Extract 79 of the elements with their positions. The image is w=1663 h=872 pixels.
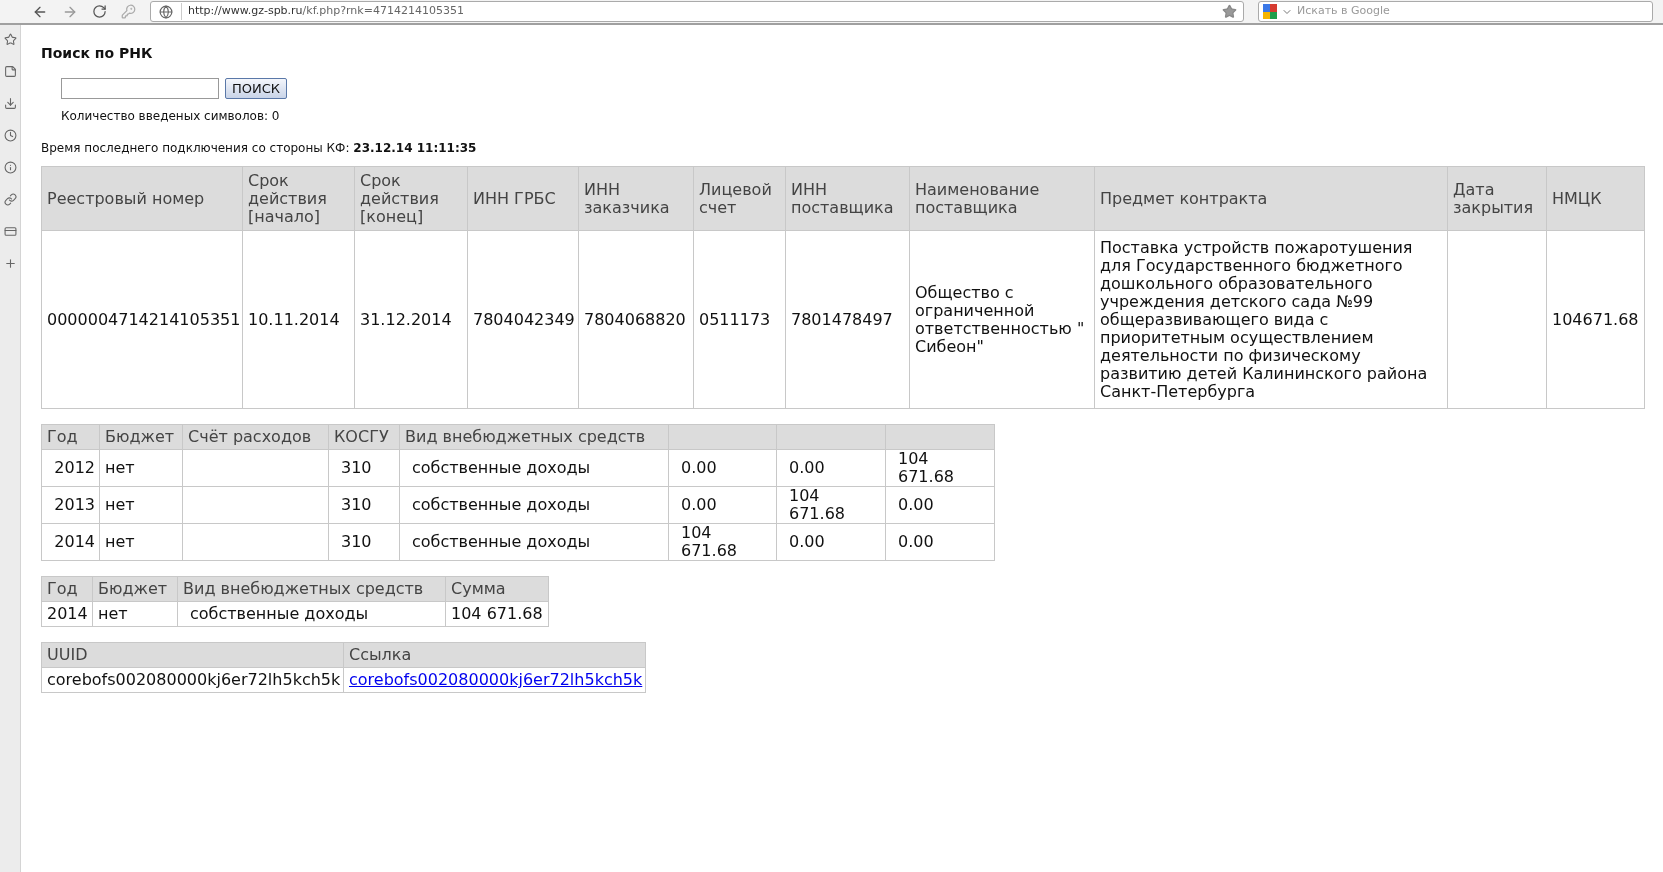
table-cell-text: 0000004714214105351 xyxy=(47,309,241,329)
rnk-input[interactable] xyxy=(61,78,219,99)
column-header: Год xyxy=(41,424,100,450)
table-cell-text: нет xyxy=(105,458,135,477)
column-header: UUID xyxy=(41,642,344,668)
table-cell-text: собственные доходы xyxy=(412,532,591,551)
page-title: Поиск по РНК xyxy=(41,44,154,63)
table-cell-text: нет xyxy=(105,495,135,514)
column-header: ИНН поставщика xyxy=(785,166,910,231)
link-icon[interactable] xyxy=(3,193,17,206)
table-cell-text: 31.12.2014 xyxy=(360,309,452,329)
last-connection-text: Время последнего подключения со стороны КФ: 23.12.14 11:11:35 xyxy=(41,140,478,157)
table-cell-text: Поставка устройств пожаротушения для Государственного бюджетного дошкольного образовательного учреждения детского сада №99 общеразвивающего вида с приоритетным осуществлением деятельности по физическому развитию детей Калининского района Санкт-Петербурга xyxy=(1100,237,1428,401)
column-header: Дата закрытия xyxy=(1447,166,1547,231)
search-field[interactable]: Искать в Google xyxy=(1258,1,1653,22)
table-cell-text: 104 671.68 xyxy=(451,604,543,623)
table-cell-text: 7804068820 xyxy=(584,309,686,329)
table-cell-text: corebofs002080000kj6er72lh5kch5k xyxy=(47,670,341,689)
column-header: ИНН заказчика xyxy=(578,166,694,231)
plus-icon[interactable] xyxy=(3,257,17,270)
table-cell-text: 2014 xyxy=(47,604,88,623)
table-cell-text: 0.00 xyxy=(681,495,717,514)
column-header: Сумма xyxy=(445,576,549,602)
card-icon[interactable] xyxy=(3,225,17,238)
table-cell-text: 0511173 xyxy=(699,309,771,329)
table-cell-text: 0.00 xyxy=(789,532,825,551)
clock-icon[interactable] xyxy=(3,129,17,142)
table-cell-text: 104 671.68 xyxy=(898,449,954,486)
table-cell-text: 7801478497 xyxy=(791,309,893,329)
column-header: Вид внебюджетных средств xyxy=(399,424,669,450)
table-cell-text: собственные доходы xyxy=(412,458,591,477)
column-header: Наименование поставщика xyxy=(909,166,1095,231)
column-header: Ссылка xyxy=(343,642,646,668)
table-cell-text: 2014 xyxy=(54,532,95,551)
column-header: Срок действия [начало] xyxy=(242,166,355,231)
column-header: Лицевой счет xyxy=(693,166,786,231)
search-button[interactable]: ПОИСК xyxy=(225,78,288,99)
column-header: КОСГУ xyxy=(328,424,400,450)
table-cell-text: 0.00 xyxy=(898,532,934,551)
column-header: Реестровый номер xyxy=(41,166,243,231)
table-cell-text: 310 xyxy=(341,495,372,514)
table-cell-text: 104671.68 xyxy=(1552,309,1639,329)
globe-icon xyxy=(159,4,173,19)
column-header: Счёт расходов xyxy=(182,424,329,450)
table-cell-text: 2012 xyxy=(54,458,95,477)
table-cell-text: 10.11.2014 xyxy=(248,309,340,329)
table-cell-text: 104 671.68 xyxy=(789,486,845,523)
table-cell-text: нет xyxy=(105,532,135,551)
address-field[interactable]: http://www.gz-spb.ru/kf.php?rnk=4714214105351 xyxy=(150,1,1244,22)
table-cell-text: 104 671.68 xyxy=(681,523,737,560)
table-cell-text: 7804042349 xyxy=(473,309,575,329)
column-header: Бюджет xyxy=(92,576,178,602)
column-header: Вид внебюджетных средств xyxy=(177,576,446,602)
note-icon[interactable] xyxy=(3,65,17,78)
table-cell-text: 2013 xyxy=(54,495,95,514)
star-icon[interactable] xyxy=(3,33,17,46)
table-cell-text: 0.00 xyxy=(789,458,825,477)
column-header: Бюджет xyxy=(99,424,183,450)
url-text: http://www.gz-spb.ru/kf.php?rnk=4714214105351 xyxy=(181,3,464,20)
column-header: ИНН ГРБС xyxy=(467,166,579,231)
column-header: НМЦК xyxy=(1546,166,1645,231)
search-engine-icon[interactable] xyxy=(1263,4,1277,19)
table-cell-text: нет xyxy=(98,604,128,623)
column-header: Срок действия [конец] xyxy=(354,166,468,231)
table-cell-text: 310 xyxy=(341,532,372,551)
table-cell-text: собственные доходы xyxy=(412,495,591,514)
char-count-text: Количество введеных символов: 0 xyxy=(61,108,281,125)
bookmark-star-icon[interactable] xyxy=(1222,4,1237,19)
table-cell-text: 0.00 xyxy=(681,458,717,477)
table-cell-text: Общество с ограниченной ответственностью " Сибеон" xyxy=(915,282,1085,356)
column-header: Предмет контракта xyxy=(1094,166,1448,231)
info-icon[interactable] xyxy=(3,161,17,174)
reload-icon[interactable] xyxy=(92,4,107,19)
download-icon[interactable] xyxy=(3,97,17,110)
table-cell-text: 0.00 xyxy=(898,495,934,514)
table-cell-text: 310 xyxy=(341,458,372,477)
search-input[interactable]: Искать в Google xyxy=(1297,3,1652,20)
column-header: Год xyxy=(41,576,93,602)
table-cell-text: собственные доходы xyxy=(190,604,369,623)
